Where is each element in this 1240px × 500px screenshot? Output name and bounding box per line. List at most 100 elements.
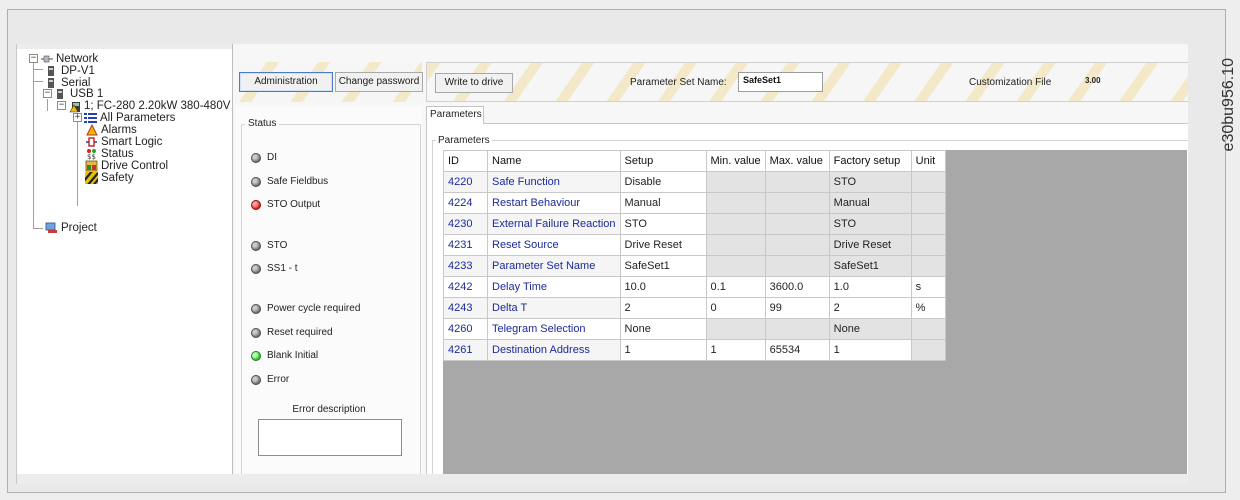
cell-min: 1 (705, 339, 766, 361)
column-header-factory[interactable]: Factory setup (828, 150, 912, 172)
tree-label: Project (61, 221, 97, 234)
collapse-icon[interactable]: − (57, 101, 66, 110)
cell-min: 0.1 (705, 276, 766, 298)
cell-setup[interactable]: STO (619, 213, 707, 235)
change-password-button[interactable]: Change password (335, 72, 423, 92)
parameter-grid[interactable]: ID Name Setup Min. value Max. value Fact… (443, 150, 1187, 484)
led-label: Reset required (267, 327, 333, 338)
tree-label: Status (101, 147, 134, 160)
cell-unit (910, 255, 946, 277)
cell-factory: Manual (828, 192, 912, 214)
led-label: Blank Initial (267, 350, 319, 361)
led-indicator-icon (251, 152, 261, 163)
port-icon (45, 65, 58, 77)
column-header-unit[interactable]: Unit (910, 150, 946, 172)
tree-item-project[interactable]: Project (45, 221, 97, 234)
table-row[interactable]: 4260 Telegram Selection None None (443, 318, 946, 340)
cell-setup[interactable]: Manual (619, 192, 707, 214)
cell-setup[interactable]: SafeSet1 (619, 255, 707, 277)
collapse-icon[interactable]: − (43, 89, 52, 98)
cell-setup[interactable]: 2 (619, 297, 707, 319)
column-header-id[interactable]: ID (443, 150, 488, 172)
tree-scrollbar[interactable] (17, 44, 232, 49)
parameter-set-name-field[interactable]: SafeSet1 (738, 72, 823, 92)
administration-button[interactable]: Administration (239, 72, 333, 92)
table-row[interactable]: 4243 Delta T 2 0 99 2 % (443, 297, 946, 319)
cell-setup[interactable]: Disable (619, 171, 707, 193)
cell-max: 65534 (764, 339, 830, 361)
status-led-power-cycle: Power cycle required (251, 303, 360, 314)
cell-factory: 1 (828, 339, 912, 361)
cell-min (705, 318, 766, 340)
port-icon (54, 88, 67, 100)
table-row[interactable]: 4233 Parameter Set Name SafeSet1 SafeSet… (443, 255, 946, 277)
cell-name: Delta T (487, 297, 621, 319)
tree-item-safety[interactable]: Safety (82, 168, 134, 188)
error-description-field[interactable] (258, 419, 402, 456)
cell-factory: STO (828, 213, 912, 235)
cell-unit (910, 171, 946, 193)
table-row[interactable]: 4220 Safe Function Disable STO (443, 171, 946, 193)
collapse-icon[interactable]: − (29, 54, 38, 63)
cell-factory: STO (828, 171, 912, 193)
table-row[interactable]: 4224 Restart Behaviour Manual Manual (443, 192, 946, 214)
cell-min (705, 171, 766, 193)
cell-min (705, 234, 766, 256)
led-indicator-icon (251, 263, 261, 274)
column-header-setup[interactable]: Setup (619, 150, 707, 172)
cell-min: 0 (705, 297, 766, 319)
cell-id: 4231 (443, 234, 488, 256)
column-header-name[interactable]: Name (487, 150, 621, 172)
cell-unit (910, 192, 946, 214)
table-row[interactable]: 4242 Delay Time 10.0 0.1 3600.0 1.0 s (443, 276, 946, 298)
cell-factory: 1.0 (828, 276, 912, 298)
alarm-icon (85, 123, 98, 136)
cell-max (764, 171, 830, 193)
cell-name: Destination Address (487, 339, 621, 361)
status-led-sto-output: STO Output (251, 199, 320, 210)
cell-factory: Drive Reset (828, 234, 912, 256)
cell-unit (910, 213, 946, 235)
tree-line (33, 228, 43, 229)
cell-setup[interactable]: 1 (619, 339, 707, 361)
column-header-min[interactable]: Min. value (705, 150, 766, 172)
parameters-groupbox: Parameters ID Name Setup Min. value Max.… (432, 135, 1188, 484)
tab-parameters[interactable]: Parameters (426, 106, 484, 124)
drive-control-icon (85, 160, 98, 172)
cell-max (764, 234, 830, 256)
cell-name: Safe Function (487, 171, 621, 193)
led-label: STO (267, 240, 288, 251)
tree-label: Smart Logic (101, 135, 163, 148)
cell-setup[interactable]: Drive Reset (619, 234, 707, 256)
led-label: STO Output (267, 199, 321, 210)
network-icon (40, 53, 53, 65)
drive-toolbar: Write to drive Parameter Set Name: SafeS… (426, 62, 1188, 102)
parameters-group-title: Parameters (436, 135, 492, 146)
status-icon: $$ (85, 148, 98, 161)
cell-setup[interactable]: None (619, 318, 707, 340)
column-header-max[interactable]: Max. value (764, 150, 830, 172)
customization-file-label: Customization File (969, 77, 1052, 88)
write-to-drive-button[interactable]: Write to drive (435, 73, 513, 93)
cell-name: Parameter Set Name (487, 255, 621, 277)
document-code: e30bu956.10 (1220, 58, 1237, 152)
cell-factory: SafeSet1 (828, 255, 912, 277)
expand-icon[interactable]: + (73, 113, 82, 122)
cell-id: 4242 (443, 276, 488, 298)
table-row[interactable]: 4231 Reset Source Drive Reset Drive Rese… (443, 234, 946, 256)
cell-unit (910, 234, 946, 256)
led-indicator-icon (251, 303, 261, 314)
table-row[interactable]: 4230 External Failure Reaction STO STO (443, 213, 946, 235)
status-led-sto: STO (251, 240, 287, 251)
status-led-di: DI (251, 152, 277, 163)
cell-factory: 2 (828, 297, 912, 319)
network-tree[interactable]: − Network DP-V1 Serial − USB 1 − 1; FC-2… (17, 44, 233, 484)
led-indicator-icon (251, 374, 261, 385)
table-row[interactable]: 4261 Destination Address 1 1 65534 1 (443, 339, 946, 361)
tree-line (33, 58, 34, 228)
cell-id: 4224 (443, 192, 488, 214)
cell-max (764, 192, 830, 214)
status-led-safe-fieldbus: Safe Fieldbus (251, 176, 328, 187)
cell-min (705, 213, 766, 235)
cell-setup[interactable]: 10.0 (619, 276, 707, 298)
